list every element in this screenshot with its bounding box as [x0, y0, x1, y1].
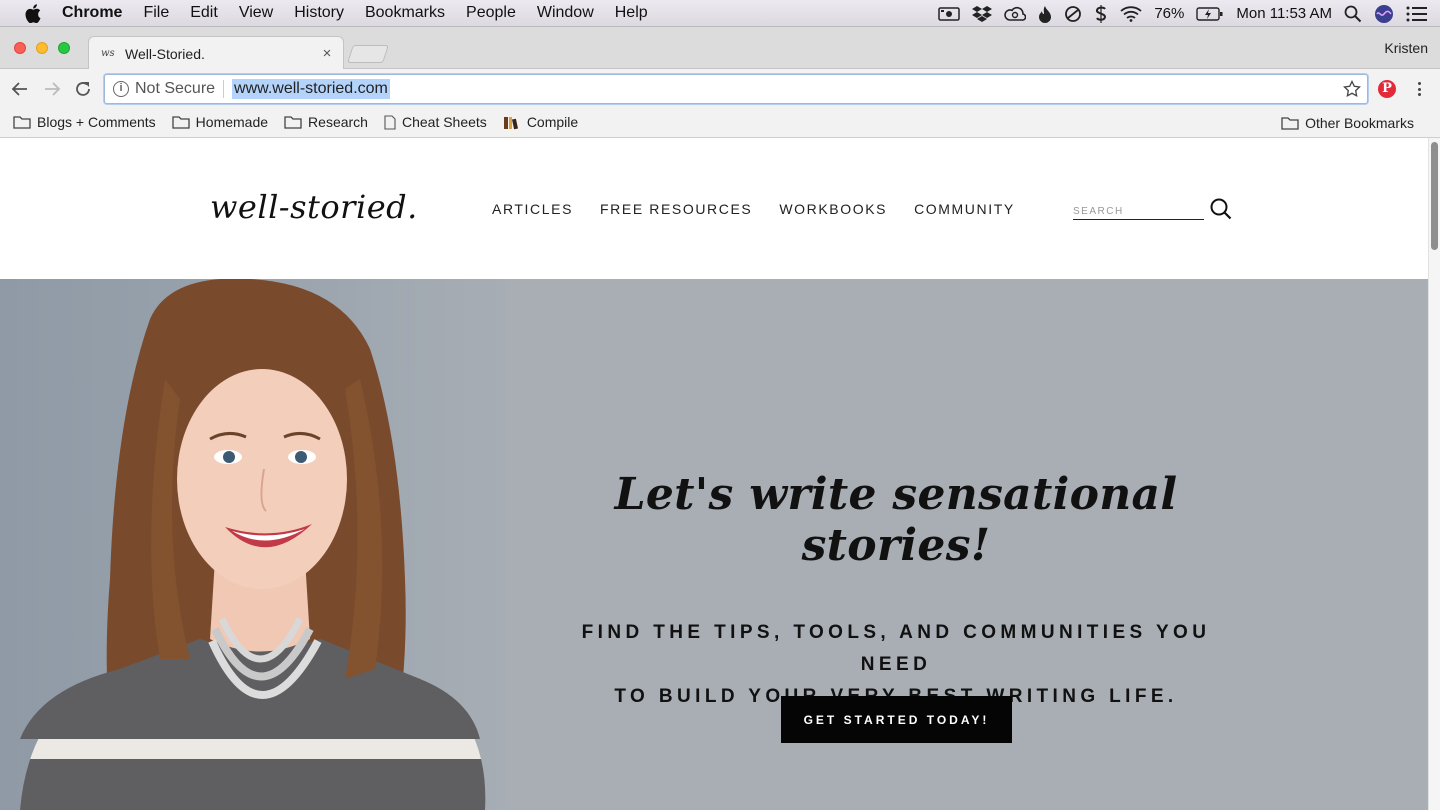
hero-text: Let's write sensational stories! FIND TH…: [560, 469, 1232, 713]
profile-name[interactable]: Kristen: [1384, 40, 1428, 56]
scrivener-s-icon[interactable]: [1094, 4, 1108, 23]
nav-articles[interactable]: ARTICLES: [492, 201, 573, 217]
wifi-icon[interactable]: [1120, 5, 1142, 22]
folder-icon: [284, 115, 302, 129]
site-search-input[interactable]: [1073, 198, 1204, 220]
camera-icon[interactable]: [938, 6, 961, 22]
battery-percent[interactable]: 76%: [1154, 5, 1184, 22]
browser-toolbar: i Not Secure www.well-storied.com P: [0, 69, 1440, 170]
bookmark-label: Compile: [526, 114, 579, 130]
menubar-clock[interactable]: Mon 11:53 AM: [1236, 5, 1332, 22]
page-icon: [384, 114, 396, 130]
bookmark-cheat-sheets[interactable]: Cheat Sheets: [384, 114, 487, 130]
well-storied-favicon-icon: ws: [101, 48, 115, 59]
bookmark-label: Blogs + Comments: [37, 114, 156, 130]
nav-workbooks[interactable]: WORKBOOKS: [779, 201, 887, 217]
window-close-button[interactable]: [14, 42, 26, 54]
bookmark-label: Research: [308, 114, 368, 130]
menu-app-chrome[interactable]: Chrome: [62, 4, 122, 22]
pinterest-extension-icon[interactable]: P: [1378, 80, 1396, 98]
bookmark-star-icon[interactable]: [1343, 79, 1361, 98]
tab-strip: ws Well-Storied. × Kristen: [0, 27, 1440, 70]
site-logo[interactable]: well-storied.: [210, 188, 418, 226]
compile-books-icon: [503, 115, 521, 130]
address-bar[interactable]: i Not Secure www.well-storied.com: [104, 74, 1368, 104]
bookmark-label: Other Bookmarks: [1305, 114, 1414, 131]
menu-view[interactable]: View: [239, 4, 273, 22]
not-secure-label: Not Secure: [135, 80, 216, 97]
tab-title: Well-Storied.: [125, 45, 205, 62]
tab-close-icon[interactable]: ×: [319, 45, 335, 62]
search-icon[interactable]: [1210, 198, 1232, 220]
info-icon: i: [113, 81, 129, 97]
author-portrait-photo: [0, 279, 505, 810]
menu-bookmarks[interactable]: Bookmarks: [365, 4, 445, 22]
get-started-button[interactable]: GET STARTED TODAY!: [781, 696, 1012, 743]
menu-edit[interactable]: Edit: [190, 4, 218, 22]
site-nav: ARTICLES FREE RESOURCES WORKBOOKS COMMUN…: [492, 201, 1042, 217]
hero-subtitle-line-1: FIND THE TIPS, TOOLS, AND COMMUNITIES YO…: [581, 622, 1211, 675]
window-minimize-button[interactable]: [36, 42, 48, 54]
notification-center-icon[interactable]: [1406, 6, 1428, 22]
forward-arrow-icon[interactable]: [41, 78, 63, 100]
bookmark-folder-blogs-comments[interactable]: Blogs + Comments: [13, 114, 156, 130]
menu-history[interactable]: History: [294, 4, 344, 22]
site-header: well-storied. ARTICLES FREE RESOURCES WO…: [0, 138, 1428, 279]
block-icon[interactable]: [1064, 5, 1082, 23]
status-menus: 76% Mon 11:53 AM: [938, 0, 1440, 27]
window-zoom-button[interactable]: [58, 42, 70, 54]
bookmarks-bar: Blogs + Comments Homemade Research Cheat…: [0, 107, 1440, 138]
macos-menu-bar: Chrome File Edit View History Bookmarks …: [0, 0, 1440, 27]
folder-icon: [172, 115, 190, 129]
nav-community[interactable]: COMMUNITY: [914, 201, 1015, 217]
bookmark-label: Cheat Sheets: [401, 114, 487, 130]
dropbox-icon[interactable]: [972, 5, 993, 23]
battery-charging-icon[interactable]: [1196, 6, 1224, 22]
folder-icon: [13, 115, 31, 129]
page-scrollbar[interactable]: [1428, 138, 1440, 810]
site-search: [1073, 198, 1232, 220]
bookmark-folder-homemade[interactable]: Homemade: [172, 114, 268, 130]
hero-banner: Let's write sensational stories! FIND TH…: [0, 279, 1428, 810]
bookmark-label: Homemade: [195, 114, 269, 130]
new-tab-button[interactable]: [347, 45, 389, 63]
hero-title: Let's write sensational stories!: [614, 469, 1178, 571]
web-page: well-storied. ARTICLES FREE RESOURCES WO…: [0, 138, 1440, 810]
menu-help[interactable]: Help: [615, 4, 648, 22]
scrollbar-thumb[interactable]: [1431, 142, 1438, 250]
siri-icon[interactable]: [1374, 4, 1394, 24]
creative-cloud-icon[interactable]: [1004, 6, 1027, 22]
bookmark-other-bookmarks[interactable]: Other Bookmarks: [1281, 107, 1414, 138]
menu-window[interactable]: Window: [537, 4, 594, 22]
nav-free-resources[interactable]: FREE RESOURCES: [600, 201, 752, 217]
tab-well-storied[interactable]: ws Well-Storied. ×: [88, 36, 344, 70]
url-text[interactable]: www.well-storied.com: [232, 79, 390, 99]
chrome-menu-icon[interactable]: [1412, 80, 1426, 98]
spotlight-search-icon[interactable]: [1344, 5, 1362, 23]
site-security-indicator[interactable]: i Not Secure: [113, 80, 215, 98]
back-arrow-icon[interactable]: [9, 78, 31, 100]
menu-people[interactable]: People: [466, 4, 516, 22]
menu-file[interactable]: File: [143, 4, 169, 22]
flame-icon[interactable]: [1038, 5, 1052, 23]
bookmark-compile[interactable]: Compile: [503, 114, 578, 130]
apple-menu-icon[interactable]: [22, 3, 44, 23]
folder-icon: [1281, 116, 1299, 130]
omnibox-separator: [223, 80, 225, 98]
reload-icon[interactable]: [72, 78, 94, 100]
bookmark-folder-research[interactable]: Research: [284, 114, 368, 130]
